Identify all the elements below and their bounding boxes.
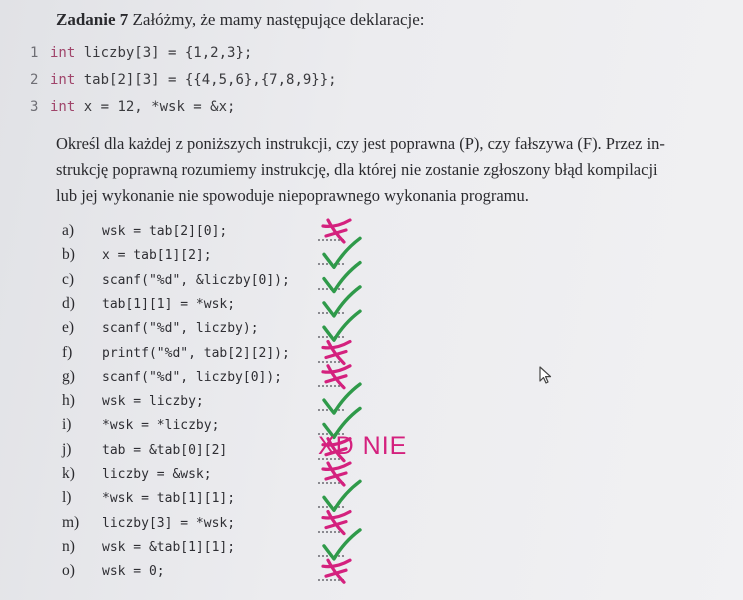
- x-mark-icon: [321, 461, 352, 487]
- mouse-cursor-icon: [539, 366, 552, 384]
- x-mark-icon: [321, 510, 352, 536]
- document-page: Zadanie 7 Załóżmy, że mamy następujące d…: [0, 0, 743, 600]
- check-mark-icon: [322, 309, 362, 342]
- handwritten-note: XD NIE: [318, 432, 408, 460]
- check-mark-icon: [322, 382, 362, 415]
- check-mark-icon: [322, 260, 362, 294]
- x-mark-icon: [321, 339, 352, 366]
- check-mark-icon: [322, 285, 362, 318]
- handwritten-marks: [321, 218, 362, 584]
- check-mark-icon: [322, 236, 362, 269]
- x-mark-icon: [321, 364, 352, 390]
- x-mark-icon: [321, 558, 352, 584]
- x-mark-icon: [321, 218, 352, 244]
- check-mark-icon: [322, 528, 362, 561]
- check-mark-icon: [322, 479, 362, 512]
